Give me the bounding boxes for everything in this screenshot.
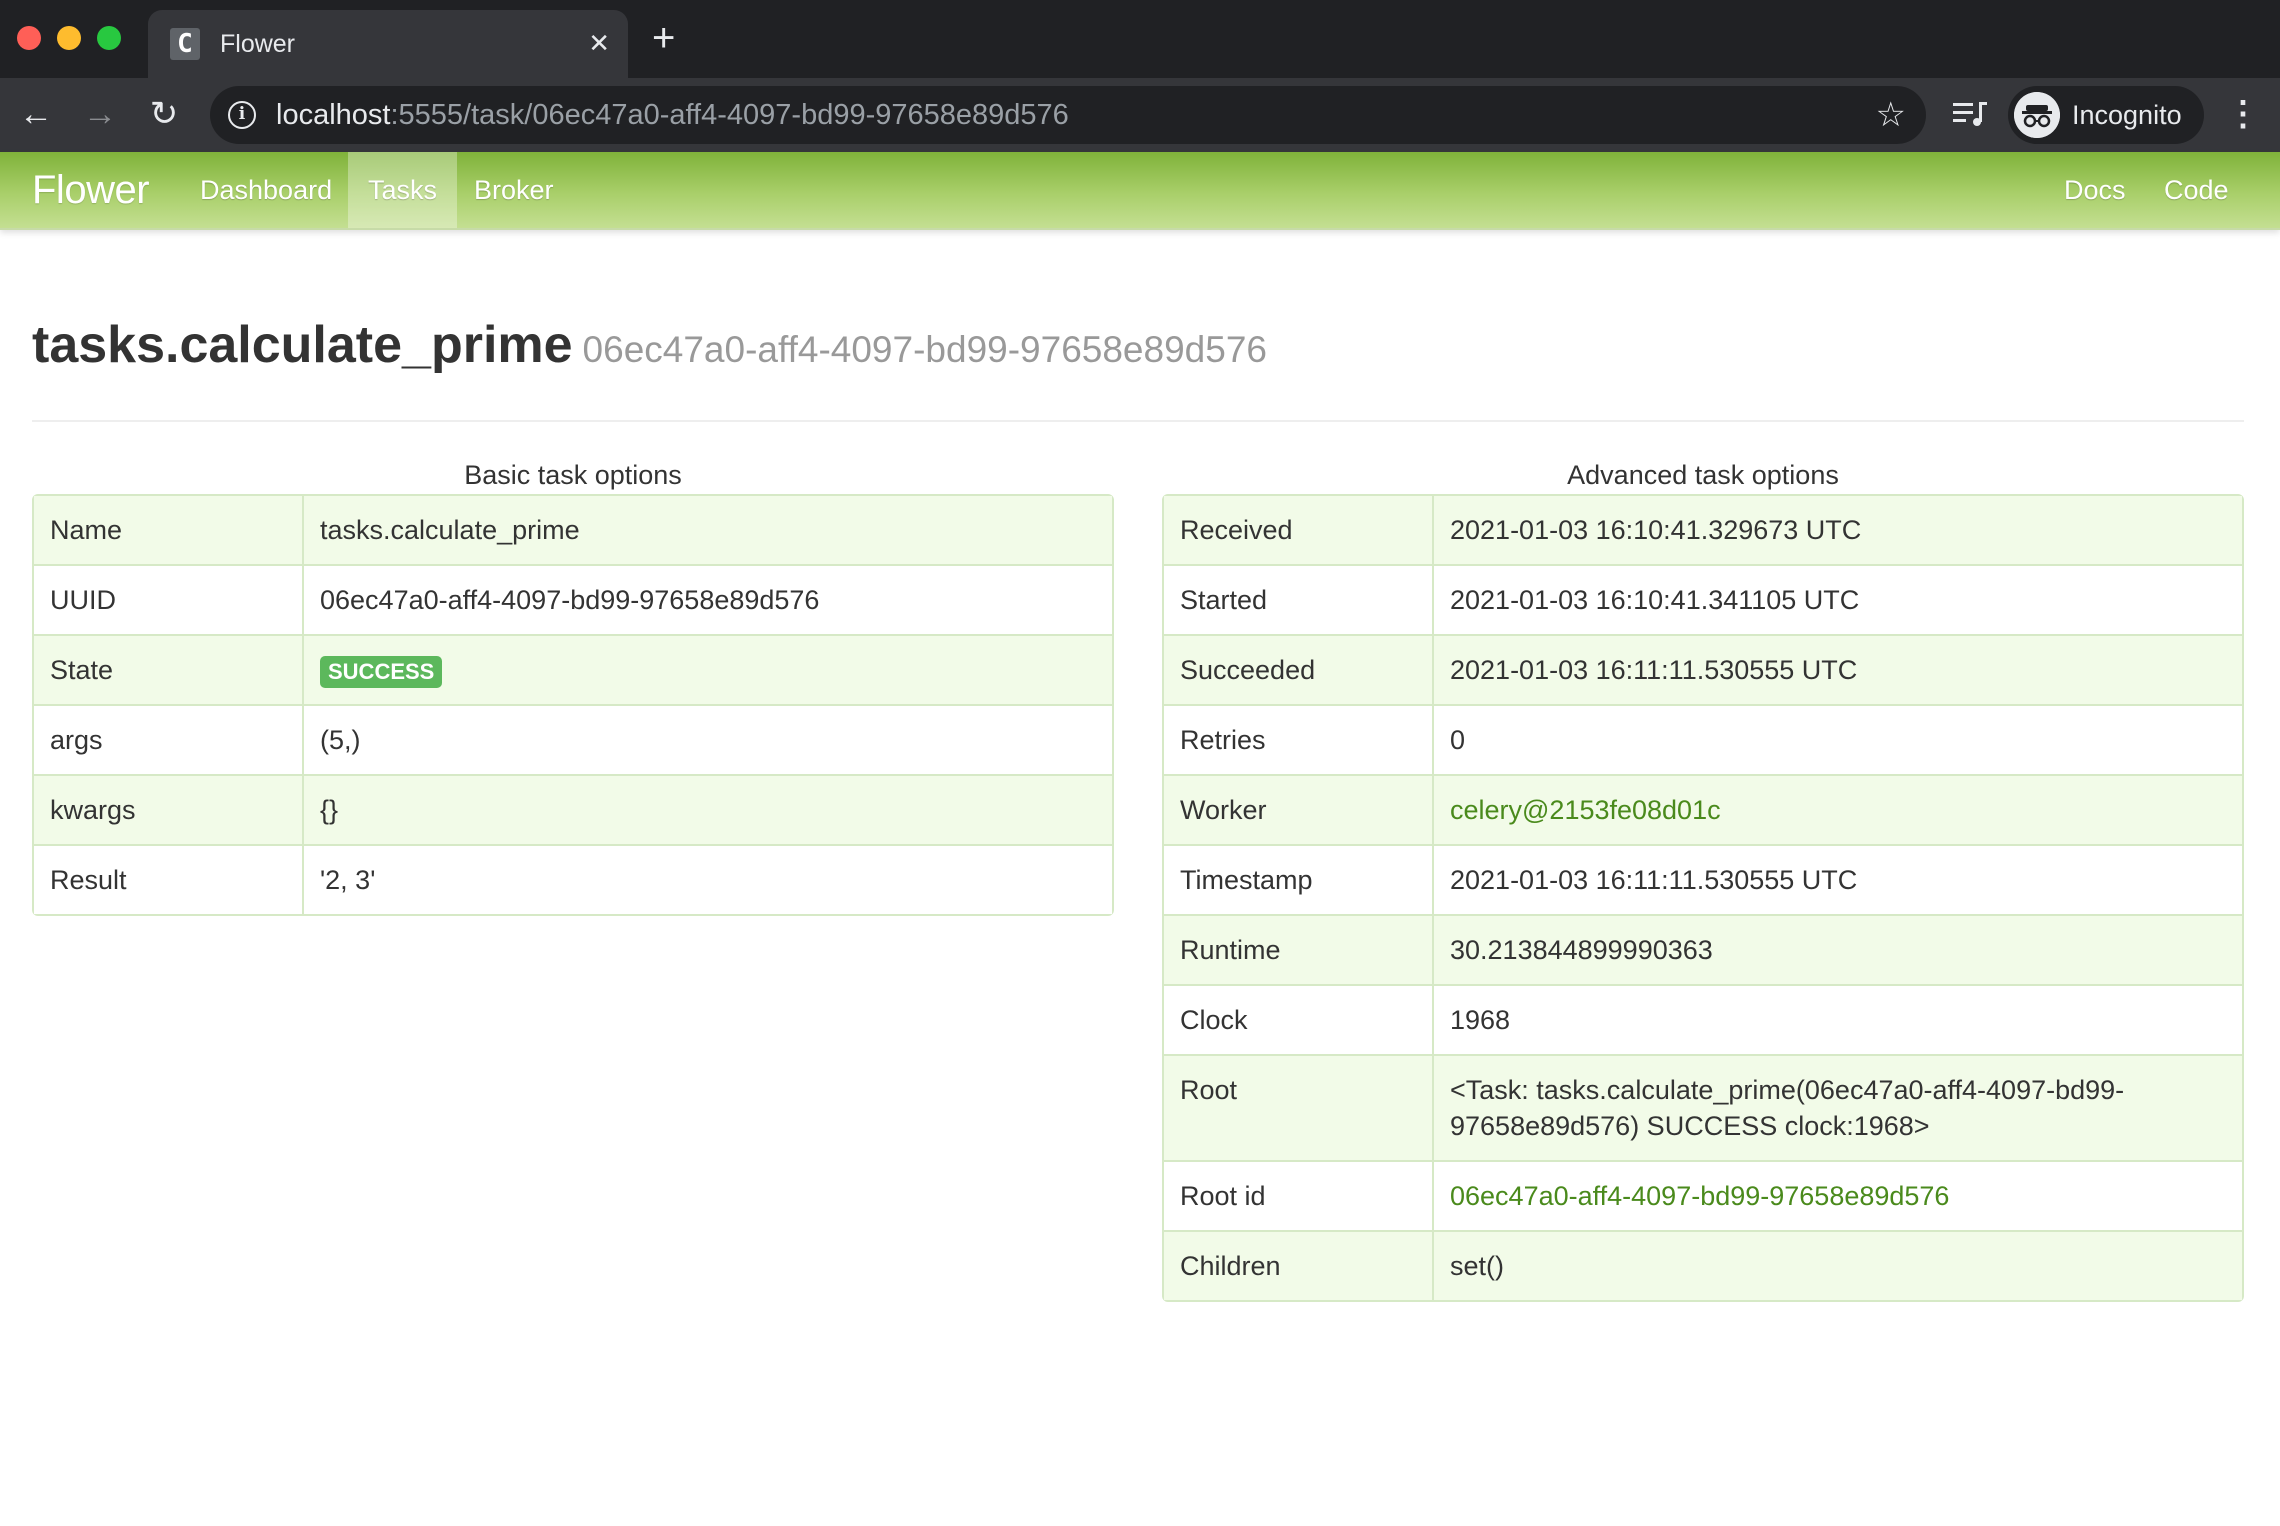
- url-path: :5555/task/06ec47a0-aff4-4097-bd99-97658…: [390, 99, 1069, 131]
- table-row: Clock 1968: [1164, 984, 2242, 1054]
- browser-tab[interactable]: C Flower ✕: [148, 10, 628, 78]
- row-value: 2021-01-03 16:10:41.329673 UTC: [1434, 496, 2242, 564]
- forward-arrow-icon[interactable]: →: [78, 92, 122, 136]
- page-subtitle: 06ec47a0-aff4-4097-bd99-97658e89d576: [582, 329, 1267, 370]
- tab-title: Flower: [220, 30, 296, 58]
- row-value: SUCCESS: [304, 634, 1112, 704]
- row-key: Result: [34, 844, 304, 914]
- address-bar[interactable]: i localhost:5555/task/06ec47a0-aff4-4097…: [210, 86, 1926, 144]
- window-close-button[interactable]: [17, 26, 41, 50]
- table-row: Root id 06ec47a0-aff4-4097-bd99-97658e89…: [1164, 1160, 2242, 1230]
- row-value: tasks.calculate_prime: [304, 496, 1112, 564]
- row-key: Timestamp: [1164, 844, 1434, 914]
- incognito-icon: [2014, 92, 2060, 138]
- profile-label: Incognito: [2072, 100, 2182, 130]
- star-icon[interactable]: ☆: [1876, 95, 1906, 135]
- plus-icon[interactable]: +: [652, 18, 675, 58]
- back-arrow-icon[interactable]: ←: [14, 92, 58, 136]
- row-value: 06ec47a0-aff4-4097-bd99-97658e89d576: [304, 564, 1112, 634]
- row-key: Worker: [1164, 774, 1434, 844]
- row-key: UUID: [34, 564, 304, 634]
- reload-icon[interactable]: ↻: [142, 92, 186, 136]
- row-value: 2021-01-03 16:11:11.530555 UTC: [1434, 844, 2242, 914]
- row-value: 06ec47a0-aff4-4097-bd99-97658e89d576: [1434, 1160, 2242, 1230]
- table-row: Result '2, 3': [34, 844, 1112, 914]
- row-value: celery@2153fe08d01c: [1434, 774, 2242, 844]
- basic-options-table: Name tasks.calculate_prime UUID 06ec47a0…: [32, 494, 1114, 916]
- nav-dashboard[interactable]: Dashboard: [180, 152, 352, 228]
- divider: [32, 420, 2244, 422]
- row-value: 2021-01-03 16:10:41.341105 UTC: [1434, 564, 2242, 634]
- row-key: Children: [1164, 1230, 1434, 1300]
- table-row: Worker celery@2153fe08d01c: [1164, 774, 2242, 844]
- table-row: Root <Task: tasks.calculate_prime(06ec47…: [1164, 1054, 2242, 1160]
- row-key: Runtime: [1164, 914, 1434, 984]
- nav-code[interactable]: Code: [2144, 152, 2249, 228]
- row-value: (5,): [304, 704, 1112, 774]
- nav-broker[interactable]: Broker: [454, 152, 574, 228]
- row-value: 0: [1434, 704, 2242, 774]
- close-icon[interactable]: ✕: [588, 26, 610, 60]
- advanced-options-table: Received 2021-01-03 16:10:41.329673 UTC …: [1162, 494, 2244, 1302]
- info-icon[interactable]: i: [228, 101, 256, 129]
- row-key: Name: [34, 496, 304, 564]
- table-row: kwargs {}: [34, 774, 1112, 844]
- row-key: State: [34, 634, 304, 704]
- row-value: 30.213844899990363: [1434, 914, 2242, 984]
- table-row: Retries 0: [1164, 704, 2242, 774]
- row-key: Clock: [1164, 984, 1434, 1054]
- nav-tasks[interactable]: Tasks: [348, 152, 458, 228]
- tab-favicon-icon: C: [170, 28, 200, 60]
- url-text[interactable]: localhost:5555/task/06ec47a0-aff4-4097-b…: [276, 99, 1069, 131]
- row-key: Root: [1164, 1054, 1434, 1160]
- table-row: Name tasks.calculate_prime: [34, 496, 1112, 564]
- row-value: set(): [1434, 1230, 2242, 1300]
- basic-options-caption: Basic task options: [464, 460, 682, 490]
- brand-logo[interactable]: Flower: [32, 166, 150, 214]
- page-header: tasks.calculate_prime 06ec47a0-aff4-4097-…: [32, 312, 1267, 378]
- page-title: tasks.calculate_prime: [32, 316, 573, 374]
- incognito-profile-button[interactable]: Incognito: [2008, 86, 2204, 144]
- row-value: 1968: [1434, 984, 2242, 1054]
- row-key: args: [34, 704, 304, 774]
- row-key: Succeeded: [1164, 634, 1434, 704]
- advanced-options-panel: Advanced task options Received 2021-01-0…: [1162, 450, 2244, 1302]
- app-navbar: Flower Dashboard Tasks Broker Docs Code: [0, 152, 2280, 230]
- table-row: Received 2021-01-03 16:10:41.329673 UTC: [1164, 496, 2242, 564]
- root-id-link[interactable]: 06ec47a0-aff4-4097-bd99-97658e89d576: [1450, 1181, 1949, 1211]
- table-row: args (5,): [34, 704, 1112, 774]
- row-value: <Task: tasks.calculate_prime(06ec47a0-af…: [1434, 1054, 2242, 1160]
- row-key: Received: [1164, 496, 1434, 564]
- browser-toolbar: ← → ↻ i localhost:5555/task/06ec47a0-aff…: [0, 78, 2280, 152]
- row-value: '2, 3': [304, 844, 1112, 914]
- table-row: Started 2021-01-03 16:10:41.341105 UTC: [1164, 564, 2242, 634]
- table-row: State SUCCESS: [34, 634, 1112, 704]
- row-value: 2021-01-03 16:11:11.530555 UTC: [1434, 634, 2242, 704]
- row-key: kwargs: [34, 774, 304, 844]
- nav-docs[interactable]: Docs: [2044, 152, 2146, 228]
- table-row: Succeeded 2021-01-03 16:11:11.530555 UTC: [1164, 634, 2242, 704]
- kebab-menu-icon[interactable]: ⋮: [2226, 92, 2260, 136]
- table-row: Runtime 30.213844899990363: [1164, 914, 2242, 984]
- row-key: Started: [1164, 564, 1434, 634]
- browser-tab-bar: C Flower ✕ +: [0, 0, 2280, 78]
- window-zoom-button[interactable]: [97, 26, 121, 50]
- url-host: localhost: [276, 99, 391, 131]
- table-row: UUID 06ec47a0-aff4-4097-bd99-97658e89d57…: [34, 564, 1112, 634]
- table-row: Timestamp 2021-01-03 16:11:11.530555 UTC: [1164, 844, 2242, 914]
- worker-link[interactable]: celery@2153fe08d01c: [1450, 795, 1721, 825]
- row-value: {}: [304, 774, 1112, 844]
- row-key: Retries: [1164, 704, 1434, 774]
- status-badge: SUCCESS: [320, 656, 443, 688]
- table-row: Children set(): [1164, 1230, 2242, 1300]
- advanced-options-caption: Advanced task options: [1567, 460, 1839, 490]
- window-minimize-button[interactable]: [57, 26, 81, 50]
- row-key: Root id: [1164, 1160, 1434, 1230]
- media-control-icon[interactable]: [1950, 94, 1990, 134]
- basic-options-panel: Basic task options Name tasks.calculate_…: [32, 450, 1114, 916]
